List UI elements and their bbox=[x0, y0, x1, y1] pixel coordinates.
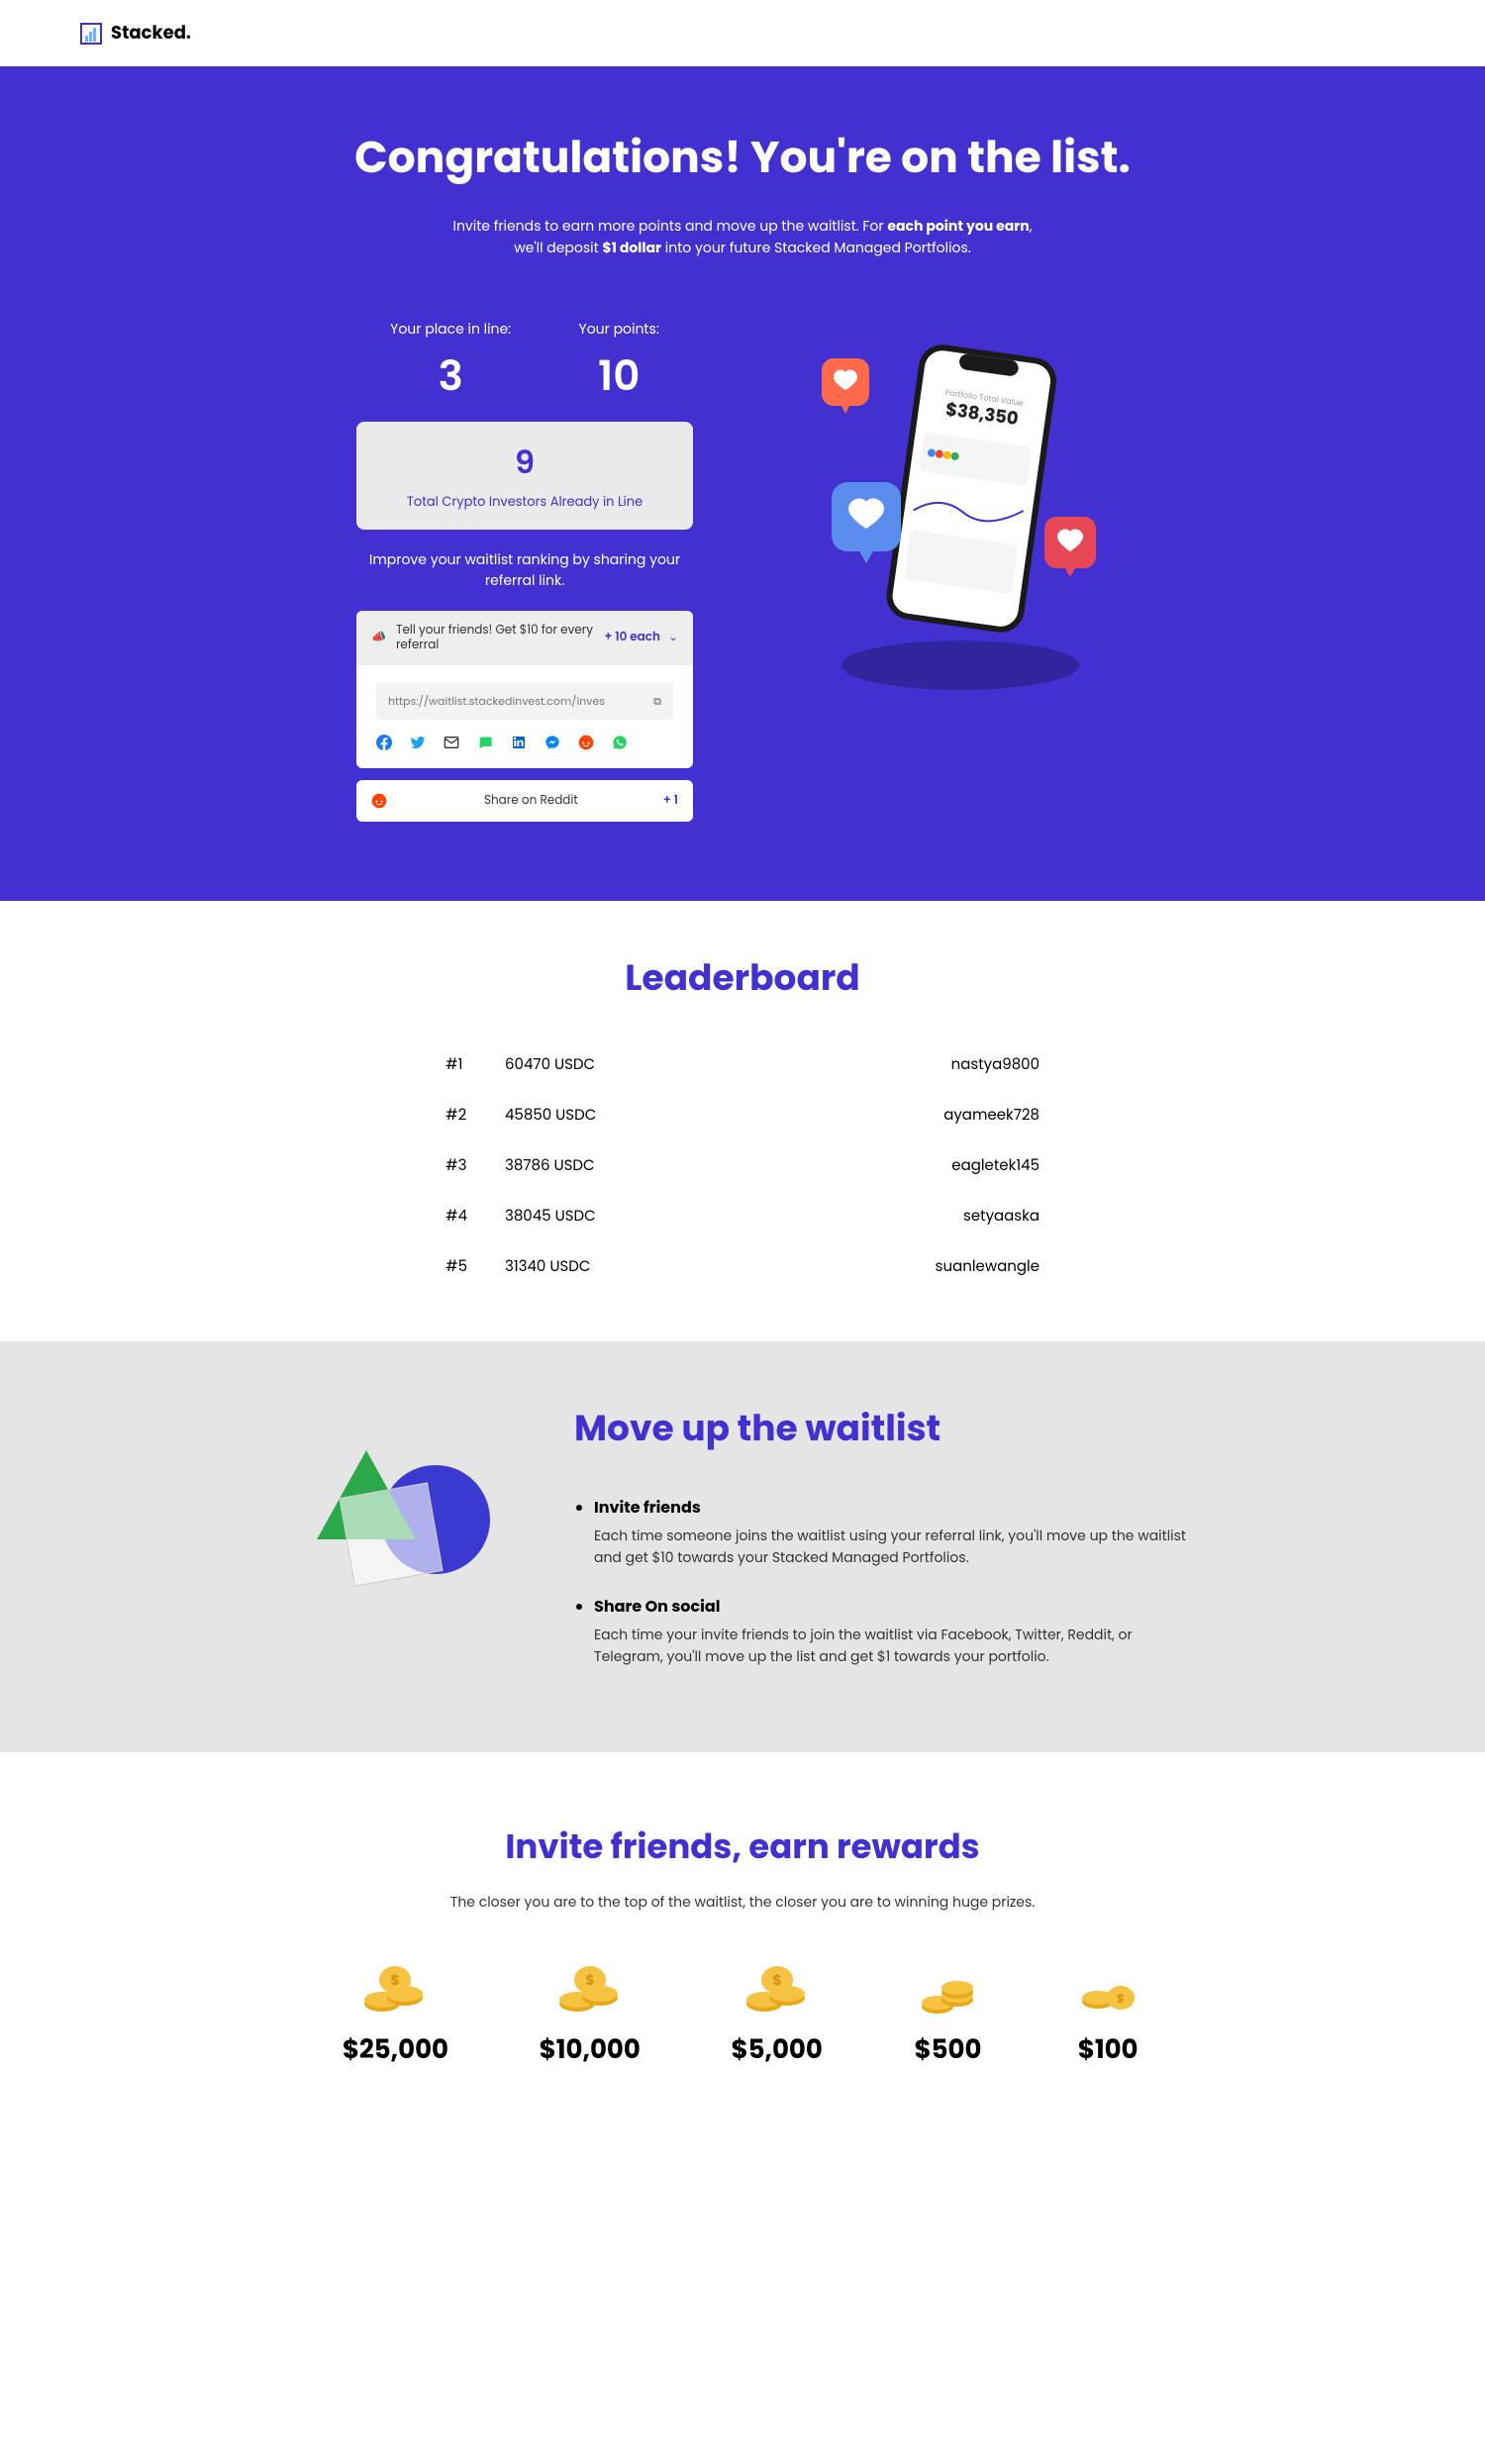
list-item: Invite friends Each time someone joins t… bbox=[594, 1495, 1188, 1569]
reward-tier: $ $100 bbox=[1073, 1962, 1142, 2070]
svg-text:$: $ bbox=[391, 1970, 400, 1990]
social-row bbox=[376, 735, 673, 750]
facebook-icon[interactable] bbox=[376, 735, 392, 750]
svg-text:$: $ bbox=[585, 1970, 594, 1990]
megaphone-icon: 📣 bbox=[371, 629, 386, 646]
rewards-row: $ $25,000 $ $10,000 $ $5,000 $500 $ $100 bbox=[297, 1962, 1188, 2070]
rewards-title: Invite friends, earn rewards bbox=[79, 1822, 1406, 1872]
reddit-icon bbox=[371, 793, 387, 809]
rewards-sub: The closer you are to the top of the wai… bbox=[79, 1892, 1406, 1913]
hero-title: Congratulations! You're on the list. bbox=[79, 126, 1406, 190]
reward-tier: $ $5,000 bbox=[731, 1962, 822, 2070]
place-stat: Your place in line: 3 bbox=[390, 319, 511, 407]
coins-icon: $ bbox=[360, 1962, 430, 2017]
coins-icon bbox=[913, 1962, 982, 2017]
leaderboard-title: Leaderboard bbox=[79, 950, 1406, 1005]
improve-text: Improve your waitlist ranking by sharing… bbox=[356, 549, 693, 591]
referral-url-box: https://waitlist.stackedinvest.com/inves… bbox=[376, 683, 673, 720]
share-box: 📣 Tell your friends! Get $10 for every r… bbox=[356, 611, 693, 768]
chevron-down-icon: ⌄ bbox=[668, 629, 678, 646]
points-stat: Your points: 10 bbox=[579, 319, 659, 407]
list-item: Share On social Each time your invite fr… bbox=[594, 1594, 1188, 1668]
moveup-title: Move up the waitlist bbox=[574, 1401, 1188, 1455]
investors-box: 9 Total Crypto Investors Already in Line bbox=[356, 422, 693, 530]
coins-icon: $ bbox=[555, 1962, 625, 2017]
reward-tier: $ $10,000 bbox=[540, 1962, 641, 2070]
moveup-list: Invite friends Each time someone joins t… bbox=[574, 1495, 1188, 1668]
copy-icon[interactable]: ⧉ bbox=[653, 693, 661, 710]
phone-illustration: Portfolio Total Value $38,350 bbox=[792, 319, 1129, 695]
hero-subtitle: Invite friends to earn more points and m… bbox=[446, 215, 1040, 259]
table-row: #245850 USDCayameek728 bbox=[446, 1090, 1040, 1140]
svg-text:$: $ bbox=[1117, 1991, 1125, 2008]
table-row: #531340 USDCsuanlewangle bbox=[446, 1241, 1040, 1292]
messenger-icon[interactable] bbox=[544, 735, 560, 750]
table-row: #438045 USDCsetyaaska bbox=[446, 1191, 1040, 1241]
email-icon[interactable] bbox=[444, 735, 459, 750]
moveup-section: Move up the waitlist Invite friends Each… bbox=[0, 1341, 1485, 1752]
linkedin-icon[interactable] bbox=[511, 735, 527, 750]
sms-icon[interactable] bbox=[477, 735, 493, 750]
table-row: #160470 USDCnastya9800 bbox=[446, 1039, 1040, 1090]
reward-tier: $ $25,000 bbox=[343, 1962, 448, 2070]
svg-text:$: $ bbox=[772, 1970, 781, 1990]
logo-icon bbox=[79, 22, 103, 46]
share-header[interactable]: 📣 Tell your friends! Get $10 for every r… bbox=[356, 611, 693, 665]
site-header: Stacked. bbox=[0, 0, 1485, 66]
twitter-icon[interactable] bbox=[410, 735, 426, 750]
table-row: #338786 USDCeagletek145 bbox=[446, 1140, 1040, 1191]
whatsapp-icon[interactable] bbox=[612, 735, 628, 750]
reddit-share-box[interactable]: Share on Reddit + 1 bbox=[356, 780, 693, 822]
leaderboard-section: Leaderboard #160470 USDCnastya9800 #2458… bbox=[0, 901, 1485, 1341]
brand-logo[interactable]: Stacked. bbox=[79, 20, 191, 47]
brand-name: Stacked. bbox=[111, 20, 191, 47]
rewards-section: Invite friends, earn rewards The closer … bbox=[0, 1752, 1485, 2139]
shapes-illustration bbox=[297, 1401, 515, 1599]
stats-panel: Your place in line: 3 Your points: 10 9 … bbox=[356, 319, 693, 822]
reward-tier: $500 bbox=[913, 1962, 982, 2070]
leaderboard-table: #160470 USDCnastya9800 #245850 USDCayame… bbox=[446, 1039, 1040, 1292]
hero-section: Congratulations! You're on the list. Inv… bbox=[0, 66, 1485, 901]
coins-icon: $ bbox=[742, 1962, 812, 2017]
coins-icon: $ bbox=[1073, 1962, 1142, 2017]
reddit-icon[interactable] bbox=[578, 735, 594, 750]
referral-url: https://waitlist.stackedinvest.com/inves bbox=[388, 693, 653, 710]
